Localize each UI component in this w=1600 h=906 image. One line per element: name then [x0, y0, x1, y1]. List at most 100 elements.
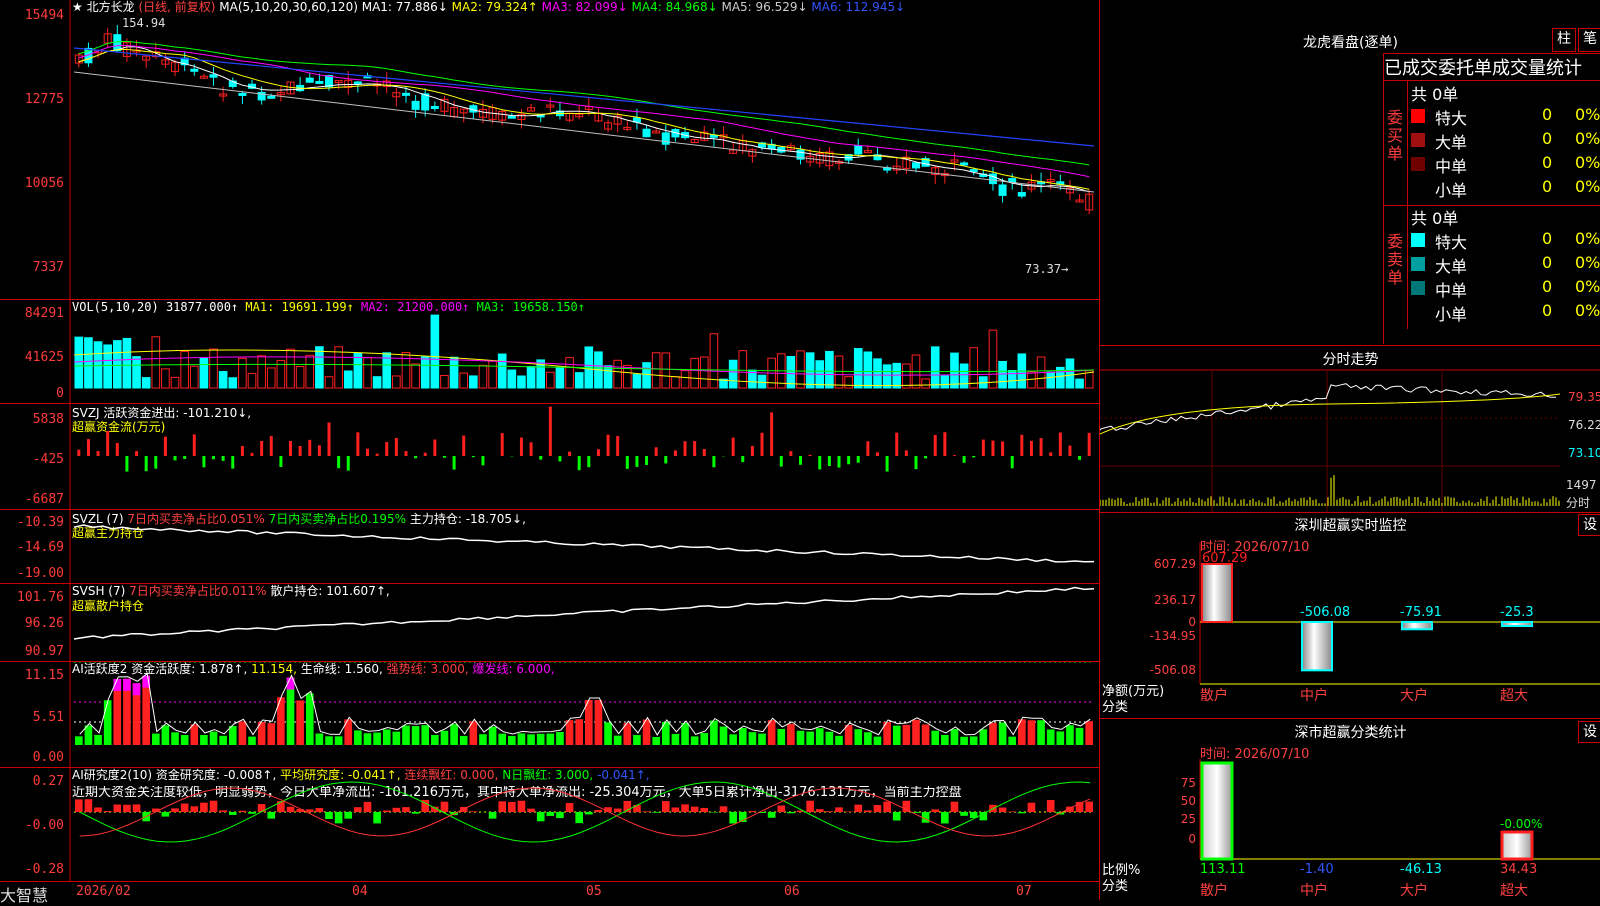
sell-row-name: 特大	[1435, 229, 1467, 253]
research-bar	[806, 801, 814, 812]
volume-bar	[758, 375, 766, 388]
order-stats-box: 已成交委托单成交量统计 委买单 共 0单 特大 0 0% 大单 0 0% 中单 …	[1383, 53, 1600, 344]
monitor-category: 超大	[1500, 688, 1528, 704]
volume-panel[interactable]: VOL(5,10,20) 31877.000↑ MA1: 19691.199↑ …	[0, 300, 1099, 404]
sell-total: 共 0单	[1411, 205, 1458, 229]
volume-bar	[893, 363, 901, 388]
volume-bar	[1066, 359, 1074, 388]
research-bar	[662, 801, 670, 812]
volume-bar	[970, 348, 978, 388]
activity-bar	[104, 700, 112, 745]
activity-bar	[402, 726, 410, 745]
activity-bar	[999, 722, 1007, 745]
volume-bar	[575, 373, 583, 388]
tab-tick[interactable]: 笔	[1578, 28, 1600, 52]
buy-block: 委买单 共 0单 特大 0 0% 大单 0 0% 中单 0 0%	[1384, 80, 1600, 206]
activity-bar	[1085, 721, 1093, 745]
activity-bar	[912, 720, 920, 745]
volume-bar	[296, 367, 304, 388]
volume-bar	[229, 378, 237, 388]
activity-bar	[893, 726, 901, 745]
buy-row-name: 中单	[1435, 153, 1467, 177]
activity-bar	[412, 726, 420, 745]
research-bar	[547, 812, 555, 816]
volume-bar	[604, 366, 612, 388]
monitor-bar-value: 607.29	[1202, 551, 1248, 566]
candle-body	[422, 94, 429, 110]
research-bar	[316, 808, 324, 812]
candle-body	[210, 75, 217, 77]
activity-bar	[903, 725, 911, 745]
research-bar	[412, 812, 420, 814]
volume-bar	[200, 358, 208, 388]
volume-bar	[672, 377, 680, 388]
price-panel[interactable]: ★ 北方长龙 (日线, 前复权) MA(5,10,20,30,60,120) M…	[0, 0, 1099, 300]
buy-row-pct: 0%	[1575, 177, 1600, 196]
activity-bar	[941, 735, 949, 745]
volume-bar	[643, 363, 651, 388]
candle-body	[999, 185, 1006, 195]
monitor-chart: 607.29236.170-134.95-506.08607.29-506.08…	[1100, 512, 1600, 718]
volume-bar	[845, 377, 853, 388]
volume-bar	[903, 364, 911, 388]
sell-row-count: 0	[1542, 253, 1552, 272]
research-bar	[470, 811, 478, 812]
activity-bar	[431, 735, 439, 745]
activity-bar	[441, 731, 449, 745]
activity-bar	[700, 733, 708, 745]
monitor-section[interactable]: 深圳超赢实时监控 设 时间: 2026/07/10 净额(万元) 分类 607.…	[1100, 512, 1600, 719]
ai-research-panel[interactable]: AI研究度2(10) 资金研究度: -0.008↑, 平均研究度: -0.041…	[0, 768, 1099, 882]
kline-chart-area[interactable]: ★ 北方长龙 (日线, 前复权) MA(5,10,20,30,60,120) M…	[0, 0, 1099, 900]
activity-bar	[672, 734, 680, 745]
intraday-section[interactable]: 分时走势 79.35 76.22 73.10 1497 分时	[1100, 345, 1600, 513]
volume-bar	[85, 338, 93, 388]
activity-bar	[980, 729, 988, 745]
tab-bar-chart[interactable]: 柱	[1552, 28, 1576, 52]
activity-bar	[566, 720, 574, 745]
volume-bar	[498, 354, 506, 388]
stats-section[interactable]: 深市超赢分类统计 设 时间: 2026/07/10 比例% 分类 7550250…	[1100, 719, 1600, 900]
svsh-panel[interactable]: SVSH (7) 7日内买卖净占比0.011% 散户持仓: 101.607↑, …	[0, 584, 1099, 662]
volume-bar	[999, 361, 1007, 388]
candle-body	[316, 81, 323, 83]
activity-bar	[489, 727, 497, 745]
research-bar	[527, 809, 535, 812]
candle-body	[431, 106, 438, 108]
research-bar	[951, 802, 959, 812]
sell-row: 小单 0 0%	[1411, 301, 1600, 325]
monitor-bar	[1502, 622, 1532, 626]
sell-swatch	[1411, 233, 1425, 247]
activity-bar	[335, 736, 343, 745]
svzj-panel[interactable]: SVZJ 活跃资金进出: -101.210↓, 超赢资金流(万元) 5838 -…	[0, 404, 1099, 510]
research-bar	[777, 806, 785, 812]
activity-bar	[970, 736, 978, 745]
activity-bar	[210, 732, 218, 745]
candle-body	[855, 146, 862, 154]
ai-active-panel[interactable]: AI活跃度2 资金活跃度: 1.878↑, 11.154, 生命线: 1.560…	[0, 662, 1099, 768]
sell-row-count: 0	[1542, 277, 1552, 296]
volume-bar	[441, 375, 449, 388]
activity-bar	[316, 734, 324, 745]
volume-bar	[412, 364, 420, 388]
activity-bar	[797, 731, 805, 745]
sell-row-name: 中单	[1435, 277, 1467, 301]
research-bar	[874, 805, 882, 812]
buy-row-count: 0	[1542, 153, 1552, 172]
volume-bar	[181, 351, 189, 388]
candle-body	[1018, 192, 1025, 196]
x-tick: 04	[352, 884, 368, 899]
sell-divider	[1407, 205, 1408, 329]
activity-bar	[152, 734, 160, 745]
activity-bar	[575, 719, 583, 745]
volume-bar	[1047, 372, 1055, 388]
activity-bar	[85, 725, 93, 745]
buy-row: 中单 0 0%	[1411, 153, 1600, 177]
research-bar	[566, 803, 574, 812]
ma4-line	[79, 41, 1089, 165]
sell-row-count: 0	[1542, 229, 1552, 248]
svzl-panel[interactable]: SVZL (7) 7日内买卖净占比0.051% 7日内买卖净占比0.195% 主…	[0, 510, 1099, 584]
volume-bar	[142, 378, 150, 388]
research-bar	[171, 808, 179, 812]
research-bar	[556, 812, 564, 818]
volume-bar	[133, 357, 141, 388]
